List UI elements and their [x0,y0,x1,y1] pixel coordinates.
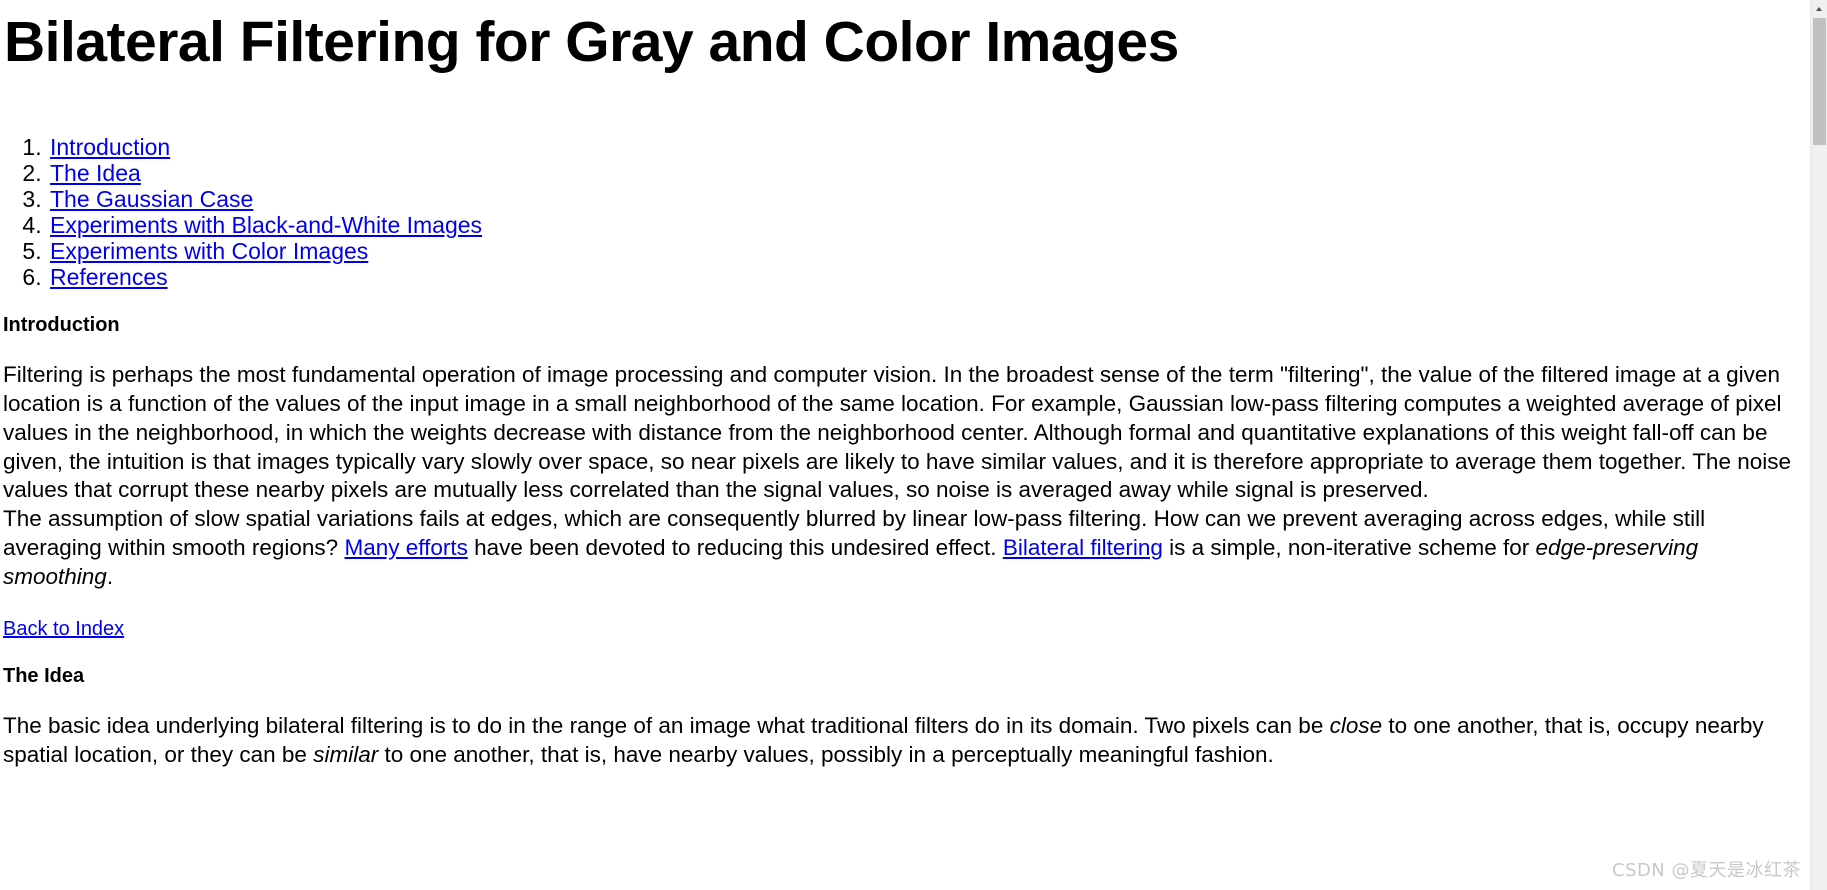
section-heading-introduction: Introduction [3,314,120,337]
back-to-index-paragraph: Back to Index [3,617,1800,641]
list-item: Experiments with Black-and-White Images [48,212,1800,238]
paragraph-text-segment: to one another, that is, have nearby val… [378,742,1274,768]
vertical-scrollbar[interactable] [1810,0,1827,890]
paragraph-text-segment: is a simple, non-iterative scheme for [1162,534,1536,560]
emphasis-close: close [1329,713,1383,739]
list-item: Introduction [48,134,1800,160]
paragraph-text-segment: The basic idea underlying bilateral filt… [3,713,1330,739]
list-item: The Gaussian Case [48,186,1800,212]
introduction-paragraph-1: Filtering is perhaps the most fundamenta… [3,362,1792,503]
csdn-watermark: CSDN @夏天是冰红茶 [1611,860,1801,881]
scroll-up-arrow-icon[interactable] [1811,0,1827,17]
toc-link-the-gaussian-case[interactable]: The Gaussian Case [50,186,253,212]
paragraph-text-segment: . [106,563,114,589]
back-to-index-link[interactable]: Back to Index [3,618,124,640]
link-bilateral-filtering[interactable]: Bilateral filtering [1003,535,1163,560]
link-many-efforts[interactable]: Many efforts [344,535,467,560]
toc-link-the-idea[interactable]: The Idea [50,160,141,186]
emphasis-similar: similar [313,742,379,768]
page-title: Bilateral Filtering for Gray and Color I… [4,10,1179,74]
list-item: Experiments with Color Images [48,238,1800,264]
table-of-contents: Introduction The Idea The Gaussian Case … [2,134,1800,291]
scrollbar-thumb[interactable] [1813,18,1826,145]
paragraph-text-segment: have been devoted to reducing this undes… [467,534,1003,560]
toc-link-introduction[interactable]: Introduction [50,134,170,160]
list-item: References [48,264,1800,290]
toc-link-experiments-bw-images[interactable]: Experiments with Black-and-White Images [50,212,482,238]
list-item: The Idea [48,160,1800,186]
introduction-paragraph-2: The assumption of slow spatial variation… [3,505,1800,591]
the-idea-paragraph-1: The basic idea underlying bilateral filt… [3,712,1800,770]
section-heading-the-idea: The Idea [3,665,85,688]
toc-link-experiments-color-images[interactable]: Experiments with Color Images [50,238,368,264]
toc-link-references[interactable]: References [50,264,168,290]
document-page: Bilateral Filtering for Gray and Color I… [0,0,1810,890]
